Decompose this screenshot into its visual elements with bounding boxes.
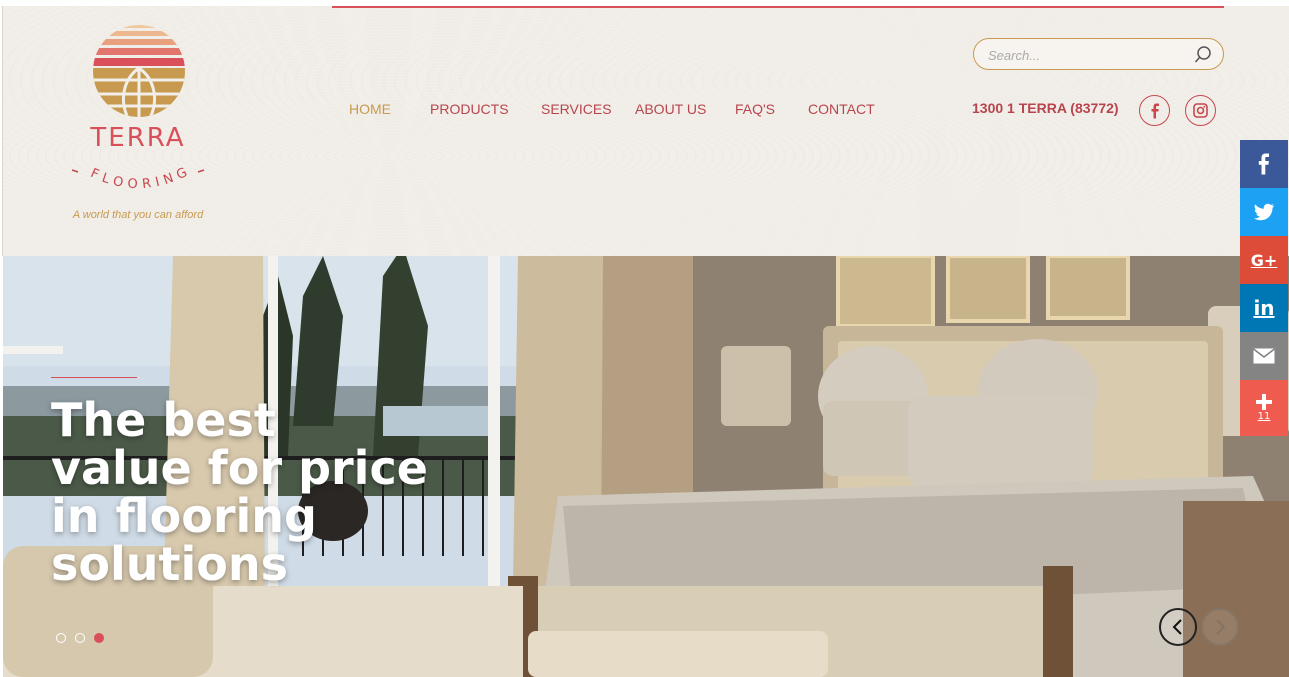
share-google-plus-button[interactable]: G+	[1240, 236, 1288, 284]
nav-home[interactable]: HOME	[349, 101, 430, 117]
slider-prev-button[interactable]	[1159, 608, 1197, 646]
header-facebook-link[interactable]	[1139, 95, 1170, 126]
nav-services[interactable]: SERVICES	[541, 101, 635, 117]
brand-tagline: A world that you can afford	[72, 209, 204, 221]
header-instagram-link[interactable]	[1185, 95, 1216, 126]
share-facebook-button[interactable]	[1240, 140, 1288, 188]
search-icon[interactable]	[1193, 45, 1213, 65]
slider-dot-3[interactable]	[94, 633, 104, 643]
search-box	[973, 38, 1224, 70]
share-more-button[interactable]: 11	[1240, 380, 1288, 436]
google-plus-icon: G+	[1250, 250, 1278, 270]
slider-dots	[56, 633, 104, 643]
instagram-icon	[1193, 103, 1208, 118]
facebook-icon	[1151, 103, 1159, 118]
brand-name: TERRA	[90, 123, 186, 153]
plus-icon	[1256, 394, 1272, 410]
hero-accent-rule	[51, 377, 137, 378]
email-icon	[1253, 348, 1275, 364]
chevron-left-icon	[1172, 619, 1182, 635]
hero-slider: The best value for price in flooring sol…	[3, 256, 1289, 677]
slider-dot-1[interactable]	[56, 633, 66, 643]
hero-headline: The best value for price in flooring sol…	[51, 393, 428, 591]
main-nav: HOME PRODUCTS SERVICES ABOUT US FAQ'S CO…	[349, 101, 888, 117]
twitter-icon	[1253, 203, 1274, 221]
share-count: 11	[1257, 411, 1271, 422]
search-input[interactable]	[988, 45, 1188, 65]
slider-next-button[interactable]	[1201, 608, 1239, 646]
nav-contact[interactable]: CONTACT	[808, 101, 888, 117]
facebook-icon	[1258, 153, 1269, 175]
share-linkedin-button[interactable]: in	[1240, 284, 1288, 332]
header-top-rule	[332, 6, 1224, 8]
share-twitter-button[interactable]	[1240, 188, 1288, 236]
nav-products[interactable]: PRODUCTS	[430, 101, 541, 117]
site-logo[interactable]: FLOORING TERRA A world that you can affo…	[62, 18, 214, 230]
chevron-right-icon	[1216, 619, 1226, 635]
nav-about-us[interactable]: ABOUT US	[635, 101, 735, 117]
share-bar: G+ in 11	[1240, 140, 1288, 436]
slider-dot-2[interactable]	[75, 633, 85, 643]
share-email-button[interactable]	[1240, 332, 1288, 380]
linkedin-icon: in	[1253, 296, 1275, 320]
nav-faqs[interactable]: FAQ'S	[735, 101, 808, 117]
svg-text:FLOORING: FLOORING	[88, 163, 194, 192]
phone-number[interactable]: 1300 1 TERRA (83772)	[972, 100, 1119, 116]
